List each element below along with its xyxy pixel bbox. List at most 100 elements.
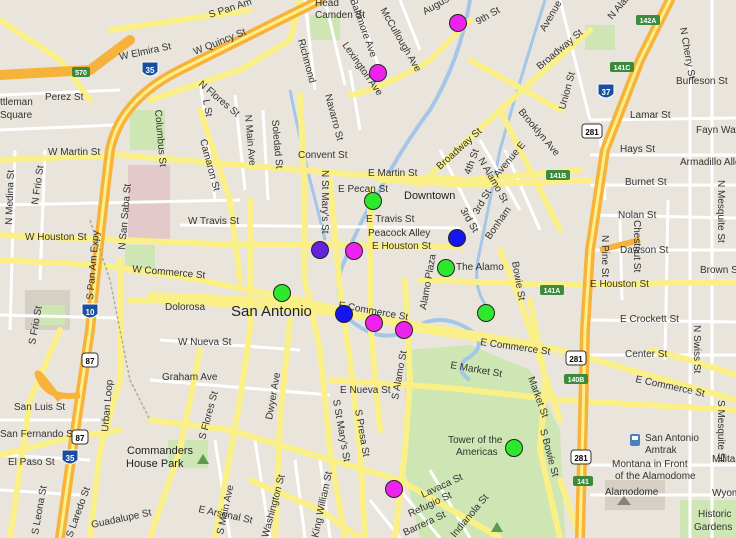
svg-text:281: 281 [585, 128, 599, 137]
shield-i35-top: 35 [141, 61, 159, 77]
label-square: Square [0, 110, 33, 121]
poi-tower-line1: Tower of the [448, 435, 503, 446]
map-marker-green[interactable] [364, 192, 382, 210]
label-e-pecan: E Pecan St [338, 184, 388, 195]
label-w-travis: W Travis St [188, 216, 239, 227]
label-e-martin: E Martin St [368, 168, 418, 179]
svg-text:141A: 141A [544, 288, 561, 295]
label-convent: Convent St [298, 150, 348, 161]
svg-text:87: 87 [86, 357, 95, 366]
label-n-medina: N Medina St [4, 170, 17, 226]
poi-commanders-line2: House Park [126, 458, 184, 470]
label-military: Militar [712, 454, 736, 465]
map-marker-magenta[interactable] [345, 242, 363, 260]
poi-montana-line1: Montana in Front [612, 459, 688, 470]
label-perez: Perez St [45, 92, 84, 103]
label-w-nueva: W Nueva St [178, 337, 232, 348]
poi-amtrak-line1: San Antonio [645, 433, 699, 444]
map-marker-blue[interactable] [448, 229, 466, 247]
label-brown: Brown St [700, 265, 736, 276]
map-marker-green[interactable] [477, 304, 495, 322]
label-chestnut: Chestnut St [631, 220, 642, 272]
map-marker-magenta[interactable] [369, 64, 387, 82]
label-head: Head [315, 0, 339, 9]
shield-i37: 37 [597, 83, 615, 99]
map-canvas[interactable]: S Pan Am W Quincy St W Elmira St Perez S… [0, 0, 736, 538]
poi-alamodome: Alamodome [605, 487, 659, 498]
map-marker-magenta[interactable] [365, 314, 383, 332]
svg-text:35: 35 [66, 454, 75, 463]
map-marker-green[interactable] [505, 439, 523, 457]
label-ttleman: ttleman [0, 97, 33, 108]
label-lamar: Lamar St [630, 110, 671, 121]
svg-text:281: 281 [569, 355, 583, 364]
exit-570: 570 [72, 67, 90, 77]
label-e-houston-e: E Houston St [590, 279, 649, 290]
district-label: Downtown [404, 190, 455, 202]
poi-the-alamo: The Alamo [456, 262, 504, 273]
svg-text:141B: 141B [550, 173, 567, 180]
map-marker-magenta[interactable] [395, 321, 413, 339]
poi-commanders-line1: Commanders [127, 445, 194, 457]
svg-text:141: 141 [577, 479, 589, 486]
poi-historic-line2: Gardens [694, 522, 732, 533]
exit-141: 141 [573, 476, 593, 486]
svg-text:37: 37 [602, 88, 611, 97]
label-peacock-alley: Peacock Alley [368, 228, 430, 239]
label-n-swiss: N Swiss St [691, 325, 702, 374]
poi-tower-line2: Americas [456, 447, 498, 458]
svg-text:140B: 140B [568, 377, 585, 384]
label-center: Center St [625, 349, 667, 360]
label-armadillo: Armadillo Alley [680, 157, 736, 168]
exit-141a: 141A [540, 285, 564, 295]
shield-us281-a: 281 [581, 123, 603, 139]
label-e-houston-w: E Houston St [372, 241, 431, 252]
exit-141b: 141B [546, 170, 570, 180]
poi-montana-line2: of the Alamodome [615, 471, 696, 482]
label-e-nueva: E Nueva St [340, 385, 391, 396]
shield-i35-bottom: 35 [61, 449, 79, 465]
shield-i10-top: 10 [81, 303, 99, 319]
svg-text:10: 10 [86, 308, 95, 317]
label-san-luis: San Luis St [14, 402, 65, 413]
shield-us281-c: 281 [570, 449, 592, 465]
shield-us281-b: 281 [565, 350, 587, 366]
label-n-mesquite: N Mesquite St [715, 180, 726, 243]
label-san-fernando: San Fernando St [0, 429, 76, 440]
map-marker-green[interactable] [273, 284, 291, 302]
map-svg: S Pan Am W Quincy St W Elmira St Perez S… [0, 0, 736, 538]
label-dawson: Dawson St [620, 245, 669, 256]
label-n-pine: N Pine St [599, 235, 610, 277]
map-marker-blue[interactable] [335, 305, 353, 323]
exit-140b: 140B [564, 374, 588, 384]
label-hays: Hays St [620, 144, 655, 155]
svg-text:87: 87 [76, 434, 85, 443]
map-marker-magenta[interactable] [449, 14, 467, 32]
label-e-travis: E Travis St [366, 214, 415, 225]
svg-text:281: 281 [574, 454, 588, 463]
label-fayn-way: Fayn Way [696, 125, 736, 136]
map-marker-magenta[interactable] [385, 480, 403, 498]
svg-text:570: 570 [75, 70, 87, 77]
label-burnet: Burnet St [625, 177, 667, 188]
shield-us87-b: 87 [71, 429, 89, 445]
exit-142a: 142A [636, 15, 660, 25]
city-label: San Antonio [231, 303, 312, 320]
label-w-houston: W Houston St [25, 232, 87, 243]
svg-text:141C: 141C [614, 65, 631, 72]
exit-141c: 141C [610, 62, 634, 72]
label-camden: Camden St [315, 10, 365, 21]
map-marker-green[interactable] [437, 259, 455, 277]
poi-amtrak-line2: Amtrak [645, 445, 678, 456]
label-graham: Graham Ave [162, 372, 218, 383]
label-wyoming: Wyom [712, 488, 736, 499]
svg-text:35: 35 [146, 66, 155, 75]
label-dolorosa: Dolorosa [165, 302, 205, 313]
label-w-martin: W Martin St [48, 147, 100, 158]
label-n-st-marys: N St Mary's St [319, 170, 330, 234]
shield-us87-a: 87 [81, 352, 99, 368]
label-burleson: Burleson St [676, 76, 728, 87]
svg-text:142A: 142A [640, 18, 657, 25]
map-marker-purple[interactable] [311, 241, 329, 259]
label-el-paso: El Paso St [8, 457, 55, 468]
